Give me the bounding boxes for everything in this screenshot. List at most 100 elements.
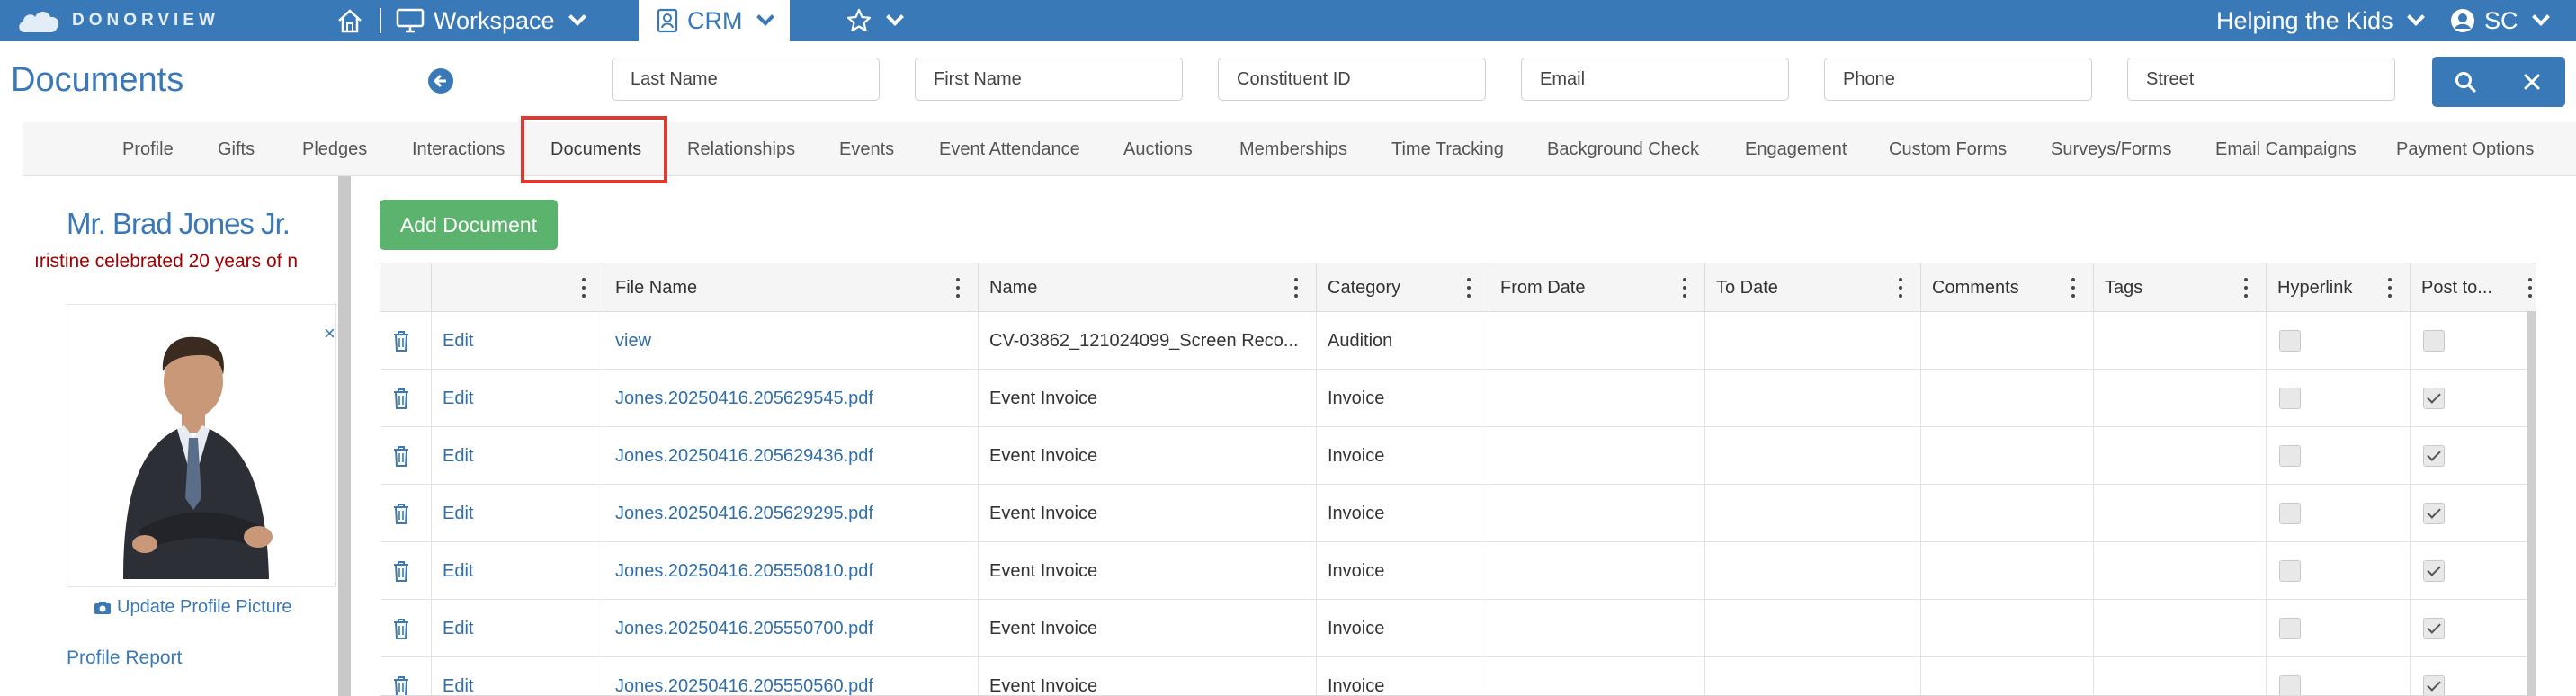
hyperlink-checkbox[interactable] [2279,503,2301,524]
constituent-name: Mr. Brad Jones Jr. [67,207,291,240]
file-link[interactable]: Jones.20250416.205550700.pdf [615,619,873,639]
edit-link[interactable]: Edit [443,676,473,696]
clear-search-button[interactable] [2499,57,2565,107]
table-cell: Invoice [1316,370,1489,427]
column-header-name[interactable]: Name [978,263,1316,312]
file-link[interactable]: Jones.20250416.205629545.pdf [615,388,873,409]
edit-link[interactable]: Edit [443,446,473,467]
table-cell [1920,600,2093,657]
column-menu-icon[interactable] [2388,278,2392,298]
last-name-input[interactable] [612,58,880,101]
workspace-menu[interactable]: Workspace [396,0,586,41]
post-to-checkbox[interactable] [2423,445,2445,467]
tab-event-attendance[interactable]: Event Attendance [939,139,1080,160]
post-to-checkbox[interactable] [2423,503,2445,524]
home-button[interactable] [336,0,363,41]
edit-link[interactable]: Edit [443,619,473,639]
tab-pledges[interactable]: Pledges [302,139,367,160]
hyperlink-checkbox[interactable] [2279,618,2301,639]
tab-events[interactable]: Events [839,139,894,160]
trash-icon[interactable] [391,559,411,583]
file-link[interactable]: Jones.20250416.205629436.pdf [615,446,873,467]
trash-icon[interactable] [391,387,411,410]
profile-report-link[interactable]: Profile Report [67,647,182,669]
constituent-id-input[interactable] [1218,58,1486,101]
tab-custom-forms[interactable]: Custom Forms [1889,139,2007,160]
column-header-post-to[interactable]: Post to... [2410,263,2536,312]
document-category: Audition [1328,330,1393,351]
edit-link[interactable]: Edit [443,561,473,582]
file-link[interactable]: view [615,331,651,352]
user-menu[interactable]: SC [2450,0,2550,41]
add-document-button[interactable]: Add Document [380,200,558,250]
grid-scrollbar[interactable] [2527,311,2536,696]
donorview-logo[interactable]: DONORVIEW [16,5,219,36]
update-profile-picture-link[interactable]: Update Profile Picture [94,597,292,618]
hyperlink-checkbox[interactable] [2279,445,2301,467]
tab-profile[interactable]: Profile [122,139,174,160]
tab-auctions[interactable]: Auctions [1123,139,1193,160]
edit-link[interactable]: Edit [443,388,473,409]
tab-email-campaigns[interactable]: Email Campaigns [2215,139,2357,160]
column-header-hyperlink[interactable]: Hyperlink [2266,263,2410,312]
tab-memberships[interactable]: Memberships [1239,139,1347,160]
street-input[interactable] [2127,58,2395,101]
favorites-menu[interactable] [845,0,904,41]
hyperlink-checkbox[interactable] [2279,675,2301,695]
tab-relationships[interactable]: Relationships [687,139,795,160]
search-button[interactable] [2432,57,2499,107]
tab-surveys-forms[interactable]: Surveys/Forms [2051,139,2171,160]
trash-icon[interactable] [391,617,411,640]
edit-link[interactable]: Edit [443,504,473,524]
tab-background-check[interactable]: Background Check [1547,139,1699,160]
hyperlink-checkbox[interactable] [2279,330,2301,352]
column-menu-icon[interactable] [1294,278,1298,298]
tab-engagement[interactable]: Engagement [1745,139,1847,160]
column-header-comments[interactable]: Comments [1920,263,2093,312]
post-to-checkbox[interactable] [2423,675,2445,695]
column-header-tags[interactable]: Tags [2093,263,2266,312]
column-menu-icon[interactable] [582,278,586,298]
column-header-category[interactable]: Category [1316,263,1489,312]
trash-icon[interactable] [391,674,411,696]
tab-payment-options[interactable]: Payment Options [2396,139,2534,160]
post-to-checkbox[interactable] [2423,560,2445,582]
tab-gifts[interactable]: Gifts [218,139,255,160]
post-to-checkbox[interactable] [2423,618,2445,639]
hyperlink-checkbox[interactable] [2279,388,2301,409]
hyperlink-checkbox[interactable] [2279,560,2301,582]
trash-icon[interactable] [391,444,411,468]
column-menu-icon[interactable] [2071,278,2075,298]
trash-icon[interactable] [391,502,411,525]
column-menu-icon[interactable] [1683,278,1686,298]
organization-menu[interactable]: Helping the Kids [2216,0,2425,41]
tab-time-tracking[interactable]: Time Tracking [1391,139,1504,160]
file-link[interactable]: Jones.20250416.205629295.pdf [615,504,873,524]
column-header-file-name[interactable]: File Name [604,263,978,312]
table-cell [380,657,431,696]
column-menu-icon[interactable] [956,278,960,298]
edit-link[interactable]: Edit [443,331,473,352]
first-name-input[interactable] [915,58,1183,101]
crm-menu[interactable]: CRM [639,0,790,41]
table-cell [1920,370,2093,427]
sidebar-scrollbar[interactable] [338,176,351,696]
trash-icon[interactable] [391,329,411,352]
back-button[interactable] [428,68,453,94]
file-link[interactable]: Jones.20250416.205550810.pdf [615,561,873,582]
file-link[interactable]: Jones.20250416.205550560.pdf [615,676,873,696]
email-input[interactable] [1521,58,1789,101]
column-menu-icon[interactable] [2244,278,2248,298]
post-to-checkbox[interactable] [2423,388,2445,409]
tab-interactions[interactable]: Interactions [412,139,505,160]
table-cell: view [604,312,978,370]
column-menu-icon[interactable] [2528,278,2532,298]
table-cell [2266,485,2410,542]
phone-input[interactable] [1824,58,2092,101]
post-to-checkbox[interactable] [2423,330,2445,352]
column-menu-icon[interactable] [1467,278,1471,298]
column-header-to-date[interactable]: To Date [1704,263,1920,312]
column-header-from-date[interactable]: From Date [1489,263,1704,312]
column-menu-icon[interactable] [1899,278,1902,298]
remove-photo-button[interactable]: × [324,322,335,345]
